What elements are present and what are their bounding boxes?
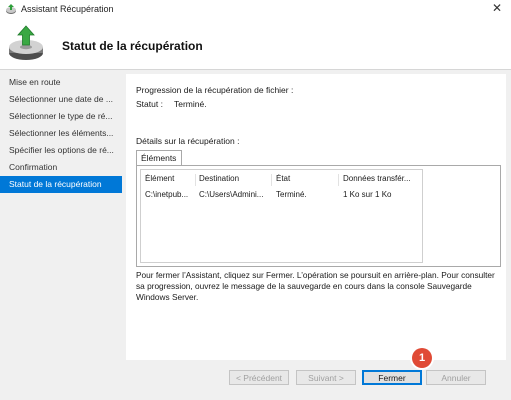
step-recovery-status[interactable]: Statut de la récupération bbox=[0, 176, 122, 193]
status-value: Terminé. bbox=[174, 99, 207, 109]
column-divider bbox=[195, 174, 196, 186]
step-getting-started[interactable]: Mise en route bbox=[0, 74, 122, 91]
column-header-element[interactable]: Élément bbox=[145, 174, 193, 183]
step-select-items[interactable]: Sélectionner les éléments... bbox=[0, 125, 122, 142]
window-title: Assistant Récupération bbox=[21, 4, 114, 14]
step-specify-options[interactable]: Spécifier les options de ré... bbox=[0, 142, 122, 159]
step-confirmation[interactable]: Confirmation bbox=[0, 159, 122, 176]
tab-elements[interactable]: Éléments bbox=[136, 150, 182, 165]
table-row[interactable]: C:\inetpub... C:\Users\Admini... Terminé… bbox=[141, 188, 422, 202]
previous-button[interactable]: < Précédent bbox=[229, 370, 289, 385]
page-title: Statut de la récupération bbox=[62, 39, 203, 53]
column-header-data-transferred[interactable]: Données transfér... bbox=[343, 174, 419, 183]
status-label: Statut : bbox=[136, 99, 163, 109]
cell-data-transferred: 1 Ko sur 1 Ko bbox=[343, 190, 392, 199]
items-list[interactable]: Élément Destination État Données transfé… bbox=[140, 169, 423, 263]
column-divider bbox=[271, 174, 272, 186]
details-tab-panel: Élément Destination État Données transfé… bbox=[136, 165, 501, 267]
progress-title: Progression de la récupération de fichie… bbox=[136, 85, 294, 95]
backup-drive-icon bbox=[9, 25, 43, 60]
button-bar: < Précédent Suivant > Fermer Annuler 1 bbox=[126, 348, 506, 396]
next-button[interactable]: Suivant > bbox=[296, 370, 356, 385]
content-panel: Progression de la récupération de fichie… bbox=[126, 74, 506, 360]
step-select-recovery-type[interactable]: Sélectionner le type de ré... bbox=[0, 108, 122, 125]
step-number-badge: 1 bbox=[412, 348, 432, 368]
wizard-body: Mise en route Sélectionner une date de .… bbox=[0, 70, 511, 400]
info-text: Pour fermer l’Assistant, cliquez sur Fer… bbox=[136, 270, 495, 302]
column-divider bbox=[338, 174, 339, 186]
cell-element: C:\inetpub... bbox=[145, 190, 189, 199]
close-icon[interactable]: ✕ bbox=[492, 1, 502, 15]
column-header-destination[interactable]: Destination bbox=[199, 174, 267, 183]
backup-app-icon bbox=[6, 4, 16, 14]
table-header: Élément Destination État Données transfé… bbox=[141, 172, 422, 186]
column-header-state[interactable]: État bbox=[276, 174, 336, 183]
details-title: Détails sur la récupération : bbox=[136, 136, 240, 146]
cell-state: Terminé. bbox=[276, 190, 307, 199]
title-bar: Assistant Récupération ✕ bbox=[0, 0, 511, 18]
cancel-button[interactable]: Annuler bbox=[426, 370, 486, 385]
step-select-date[interactable]: Sélectionner une date de ... bbox=[0, 91, 122, 108]
close-button[interactable]: Fermer bbox=[362, 370, 422, 385]
cell-destination: C:\Users\Admini... bbox=[199, 190, 264, 199]
wizard-header: Statut de la récupération bbox=[0, 18, 511, 69]
wizard-steps: Mise en route Sélectionner une date de .… bbox=[0, 74, 122, 193]
